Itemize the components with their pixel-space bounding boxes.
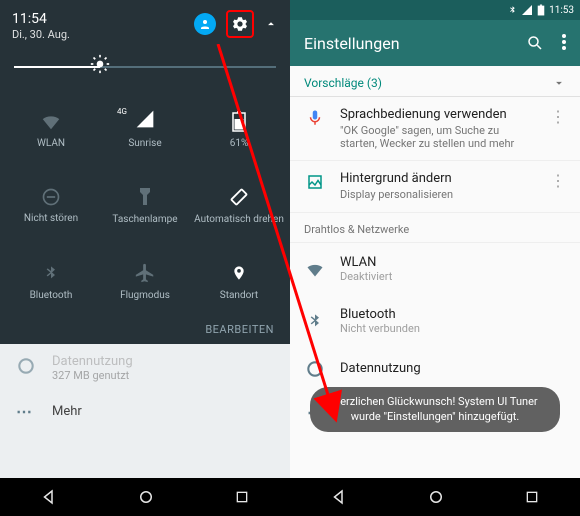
nav-recents-icon[interactable] <box>524 489 540 505</box>
edit-tiles-button[interactable]: BEARBEITEN <box>0 319 290 344</box>
suggestions-header[interactable]: Vorschläge (3) <box>290 66 580 97</box>
status-bar: 11:53 <box>290 0 580 20</box>
data-usage-icon <box>16 356 36 376</box>
brightness-icon <box>90 54 110 74</box>
gear-icon <box>231 15 249 33</box>
nav-home-icon[interactable] <box>137 488 155 506</box>
section-wireless: Drahtlos & Netzwerke <box>290 213 580 243</box>
settings-row-datausage[interactable]: Datennutzung 327 MB genutzt <box>0 344 290 392</box>
tile-bluetooth[interactable]: Bluetooth <box>4 243 98 319</box>
bluetooth-icon <box>43 262 59 284</box>
row-datausage[interactable]: Datennutzung <box>290 347 580 391</box>
suggestion-wallpaper[interactable]: Hintergrund ändern Display personalisier… <box>290 161 580 212</box>
search-icon[interactable] <box>526 34 544 52</box>
nav-back-icon[interactable] <box>40 488 58 506</box>
chevron-down-icon <box>552 76 566 90</box>
tile-wlan[interactable]: WLAN <box>4 91 98 167</box>
battery-icon <box>232 110 246 132</box>
mic-icon <box>306 109 324 127</box>
tile-rotate[interactable]: Automatisch drehen <box>192 167 286 243</box>
location-icon <box>231 262 247 284</box>
battery-status-icon <box>537 4 545 16</box>
tile-battery[interactable]: 61% <box>192 91 286 167</box>
nav-recents-icon[interactable] <box>234 489 250 505</box>
quick-settings-panel: 11:54 Di., 30. Aug. W <box>0 0 290 516</box>
navbar <box>290 478 580 516</box>
chevron-up-icon[interactable] <box>264 17 278 31</box>
suggestion-voice[interactable]: Sprachbedienung verwenden "OK Google" sa… <box>290 97 580 161</box>
clock-date: Di., 30. Aug. <box>12 28 70 41</box>
tile-flashlight[interactable]: Taschenlampe <box>98 167 192 243</box>
overflow-icon[interactable]: ⋮ <box>546 171 570 190</box>
row-wlan[interactable]: WLAN Deaktiviert <box>290 243 580 295</box>
app-bar: Einstellungen <box>290 20 580 66</box>
page-title: Einstellungen <box>304 34 400 53</box>
overflow-icon[interactable]: ⋮ <box>546 107 570 126</box>
settings-app: 11:53 Einstellungen Vorschläge (3) Sprac… <box>290 0 580 516</box>
signal-badge: 4G <box>117 107 127 116</box>
status-time: 11:53 <box>549 5 574 16</box>
brightness-slider[interactable] <box>14 51 276 81</box>
navbar <box>0 478 290 516</box>
bluetooth-icon <box>307 311 323 331</box>
bluetooth-status-icon <box>508 4 517 16</box>
tile-cellular[interactable]: 4G Sunrise <box>98 91 192 167</box>
overflow-icon[interactable] <box>562 34 566 50</box>
signal-icon <box>135 109 155 129</box>
signal-status-icon <box>521 4 533 16</box>
flashlight-icon <box>137 186 153 208</box>
wifi-icon <box>40 110 62 132</box>
settings-row-more[interactable]: ⋯ Mehr <box>0 392 290 431</box>
nav-back-icon[interactable] <box>330 488 348 506</box>
user-avatar[interactable] <box>194 13 216 35</box>
clock-time: 11:54 <box>12 10 70 28</box>
toast-message: Herzlichen Glückwunsch! System UI Tuner … <box>310 387 560 432</box>
rotate-icon <box>228 186 250 208</box>
dnd-icon <box>41 187 61 207</box>
settings-button-highlighted[interactable] <box>226 10 254 38</box>
data-usage-icon <box>305 359 325 379</box>
wallpaper-icon <box>306 173 324 191</box>
row-bluetooth[interactable]: Bluetooth Nicht verbunden <box>290 295 580 347</box>
tile-airplane[interactable]: Flugmodus <box>98 243 192 319</box>
tile-dnd[interactable]: Nicht stören <box>4 167 98 243</box>
wifi-icon <box>305 259 325 279</box>
nav-home-icon[interactable] <box>427 488 445 506</box>
tile-location[interactable]: Standort <box>192 243 286 319</box>
airplane-icon <box>134 262 156 284</box>
